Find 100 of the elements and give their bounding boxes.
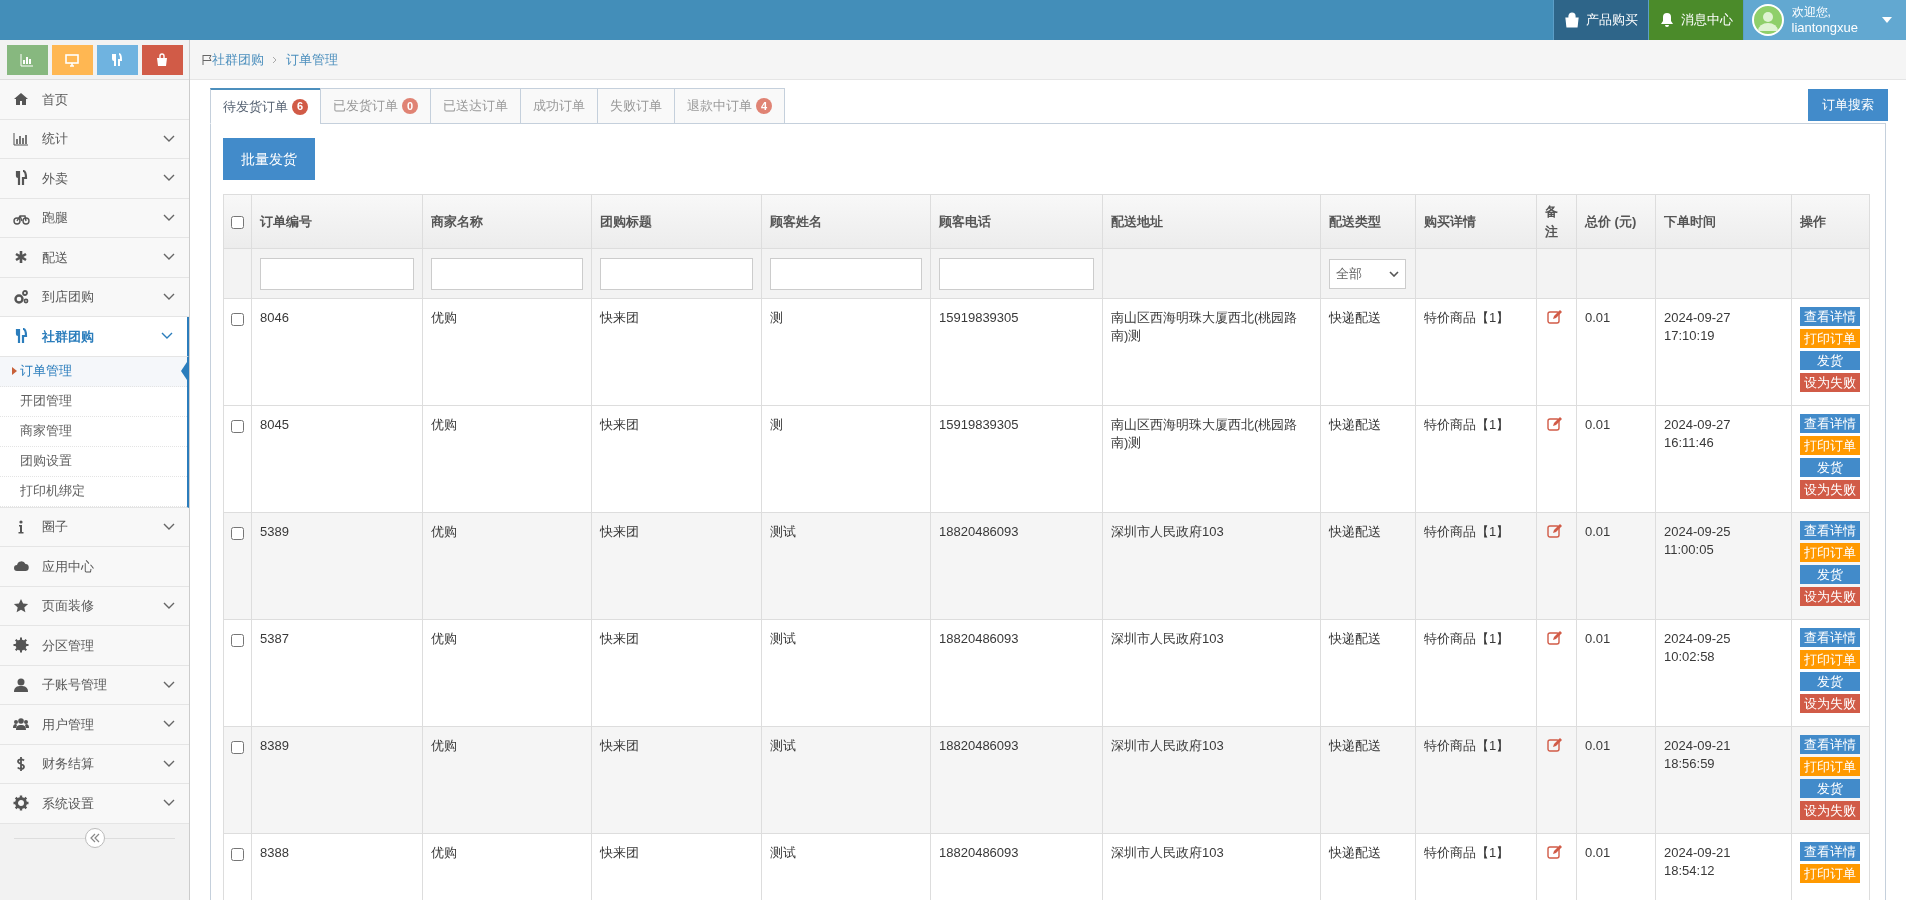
action-button[interactable]: 查看详情 — [1800, 842, 1860, 861]
sidebar-item[interactable]: 到店团购 — [0, 277, 189, 317]
column-header: 下单时间 — [1664, 213, 1716, 229]
breadcrumb-link[interactable]: 订单管理 — [286, 49, 338, 70]
batch-ship-button[interactable]: 批量发货 — [223, 138, 315, 180]
shopping-bag-icon — [1563, 12, 1580, 28]
checkbox[interactable] — [231, 215, 244, 229]
table-cell: 5389 — [260, 524, 289, 539]
submenu-item[interactable]: 商家管理 — [0, 416, 187, 447]
filter-input[interactable] — [260, 257, 414, 290]
action-button[interactable]: 发货 — [1800, 565, 1860, 584]
shortcut-button[interactable] — [141, 44, 183, 75]
action-button[interactable]: 设为失败 — [1800, 480, 1860, 499]
avatar-icon — [1751, 4, 1784, 36]
action-button[interactable]: 发货 — [1800, 458, 1860, 477]
action-button[interactable]: 查看详情 — [1800, 414, 1860, 433]
table-cell: 特价商品【1】 — [1424, 738, 1510, 753]
sidebar-item[interactable]: 分区管理 — [0, 626, 189, 666]
order-time: 11:00:05 — [1664, 541, 1714, 559]
checkbox[interactable] — [231, 527, 244, 541]
shortcut-button[interactable] — [6, 44, 48, 75]
table-cell: 0.01 — [1585, 310, 1611, 325]
checkbox[interactable] — [231, 420, 244, 434]
submenu-item[interactable]: 打印机绑定 — [0, 476, 187, 507]
action-button[interactable]: 打印订单 — [1800, 329, 1860, 348]
navbar-button[interactable]: 消息中心 — [1647, 0, 1743, 40]
order-date: 2024-09-25 — [1664, 630, 1731, 648]
edit-note-button[interactable] — [1547, 737, 1563, 752]
tab[interactable]: 退款中订单 4 — [674, 88, 785, 124]
shortcut-button[interactable] — [96, 44, 138, 75]
breadcrumb-link[interactable]: 社群团购 — [212, 49, 264, 70]
edit-note-button[interactable] — [1547, 523, 1563, 538]
sidebar-item[interactable]: 外卖 — [0, 159, 189, 199]
sidebar-item[interactable]: 应用中心 — [0, 547, 189, 587]
table-cell: 8388 — [260, 845, 289, 860]
action-button[interactable]: 打印订单 — [1800, 864, 1860, 883]
sidebar-item[interactable]: 财务结算 — [0, 744, 189, 784]
tab[interactable]: 待发货订单 6 — [210, 88, 321, 124]
action-button[interactable]: 设为失败 — [1800, 587, 1860, 606]
edit-note-button[interactable] — [1547, 416, 1563, 431]
action-button[interactable]: 设为失败 — [1800, 801, 1860, 820]
action-button[interactable]: 设为失败 — [1800, 373, 1860, 392]
sidebar-item[interactable]: 用户管理 — [0, 705, 189, 745]
sidebar-item[interactable]: 系统设置 — [0, 784, 189, 824]
sidebar-item[interactable]: 跑腿 — [0, 198, 189, 238]
sidebar-item[interactable]: 子账号管理 — [0, 665, 189, 705]
action-button[interactable]: 打印订单 — [1800, 543, 1860, 562]
collapse-button[interactable] — [84, 827, 105, 848]
action-button[interactable]: 发货 — [1800, 351, 1860, 370]
edit-note-button[interactable] — [1547, 309, 1563, 324]
table-cell: 0.01 — [1585, 738, 1611, 753]
bar-chart-icon — [19, 51, 35, 68]
checkbox[interactable] — [231, 634, 244, 648]
action-button[interactable]: 打印订单 — [1800, 757, 1860, 776]
order-search-button[interactable]: 订单搜索 — [1808, 89, 1888, 121]
filter-input[interactable] — [939, 257, 1094, 290]
action-button[interactable]: 发货 — [1800, 672, 1860, 691]
table-cell: 0.01 — [1585, 417, 1611, 432]
checkbox[interactable] — [231, 741, 244, 755]
sidebar-item[interactable]: 圈子 — [0, 507, 189, 547]
edit-icon — [1547, 844, 1563, 859]
action-button[interactable]: 查看详情 — [1800, 307, 1860, 326]
tab[interactable]: 成功订单 — [520, 88, 598, 124]
submenu-item[interactable]: 订单管理 — [0, 356, 187, 387]
tab[interactable]: 失败订单 — [597, 88, 675, 124]
submenu-item[interactable]: 开团管理 — [0, 386, 187, 417]
double-chevron-left-icon — [89, 832, 100, 843]
order-date: 2024-09-25 — [1664, 523, 1731, 541]
filter-select[interactable]: 全部 — [1329, 258, 1406, 289]
table-cell: 0.01 — [1585, 524, 1611, 539]
edit-note-button[interactable] — [1547, 630, 1563, 645]
filter-input[interactable] — [431, 257, 583, 290]
edit-note-button[interactable] — [1547, 844, 1563, 859]
chevron-right-icon — [272, 55, 278, 64]
sidebar-item[interactable]: 配送 — [0, 238, 189, 278]
table-cell: 快来团 — [600, 417, 639, 432]
filter-input[interactable] — [600, 257, 753, 290]
action-button[interactable]: 查看详情 — [1800, 735, 1860, 754]
tab[interactable]: 已发货订单 0 — [320, 88, 431, 124]
action-button[interactable]: 查看详情 — [1800, 628, 1860, 647]
navbar-button[interactable]: 产品购买 — [1552, 0, 1648, 40]
checkbox[interactable] — [231, 313, 244, 327]
action-button[interactable]: 打印订单 — [1800, 436, 1860, 455]
checkbox[interactable] — [231, 848, 244, 862]
action-button[interactable]: 设为失败 — [1800, 694, 1860, 713]
filter-input[interactable] — [770, 257, 922, 290]
action-button[interactable]: 查看详情 — [1800, 521, 1860, 540]
sidebar-item[interactable]: 页面装修 — [0, 586, 189, 626]
user-menu[interactable]: 欢迎您, liantongxue — [1742, 0, 1906, 40]
sidebar-item[interactable]: 社群团购 — [0, 317, 189, 357]
order-time: 18:56:59 — [1664, 755, 1715, 773]
table-cell: 测试 — [770, 524, 796, 539]
table-cell: 南山区西海明珠大厦西北(桃园路南)测 — [1111, 417, 1298, 450]
action-button[interactable]: 发货 — [1800, 779, 1860, 798]
submenu-item[interactable]: 团购设置 — [0, 446, 187, 477]
action-button[interactable]: 打印订单 — [1800, 650, 1860, 669]
sidebar-item[interactable]: 统计 — [0, 119, 189, 159]
table-cell: 15919839305 — [939, 310, 1019, 325]
tab[interactable]: 已送达订单 — [430, 88, 521, 124]
sidebar-item[interactable]: 首页 — [0, 80, 189, 120]
